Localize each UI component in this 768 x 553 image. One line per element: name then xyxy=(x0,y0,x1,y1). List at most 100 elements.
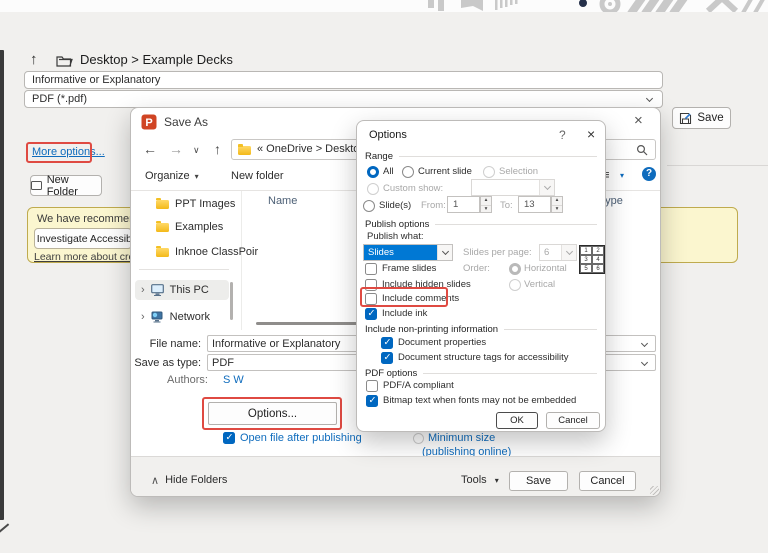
publish-what-combo[interactable]: Slides xyxy=(363,244,453,261)
from-label: From: xyxy=(421,200,446,211)
dialog-save-label: Save xyxy=(525,475,552,487)
include-ink-checkbox[interactable] xyxy=(365,308,377,320)
breadcrumb[interactable]: Desktop > Example Decks xyxy=(80,52,233,67)
filetype-select-value: PDF (*.pdf) xyxy=(32,93,88,105)
bitmap-text-label[interactable]: Bitmap text when fonts may not be embedd… xyxy=(383,395,576,406)
options-cancel-button[interactable]: Cancel xyxy=(546,412,600,429)
back-icon[interactable]: ← xyxy=(143,141,157,157)
to-spinner[interactable]: ▴ ▾ xyxy=(551,196,563,213)
ok-button[interactable]: OK xyxy=(496,412,538,429)
dropdown-caret-icon: ▾ xyxy=(494,476,499,485)
save-disk-icon xyxy=(680,112,692,124)
horizontal-scrollbar[interactable] xyxy=(256,322,358,325)
filetype-select[interactable]: PDF (*.pdf) xyxy=(24,90,663,108)
sidebar-item-this-pc[interactable]: › This PC xyxy=(141,284,209,296)
forward-icon[interactable]: → xyxy=(169,141,183,157)
open-after-publish-label[interactable]: Open file after publishing xyxy=(240,432,362,444)
order-label: Order: xyxy=(463,263,490,274)
dialog-cancel-button[interactable]: Cancel xyxy=(579,471,636,491)
new-folder-button[interactable]: New Folder xyxy=(30,174,102,198)
custom-show-radio[interactable] xyxy=(367,183,379,195)
expander-icon[interactable]: › xyxy=(141,284,145,296)
document-properties-label[interactable]: Document properties xyxy=(398,337,486,348)
sidebar-item-network[interactable]: › Network xyxy=(141,311,210,323)
options-dialog: Options ? × Range All Current slide Sele… xyxy=(356,120,606,432)
more-options-link[interactable]: More options... xyxy=(32,146,105,158)
organize-menu[interactable]: Organize ▾ xyxy=(145,170,199,182)
collapse-icon: ∧ xyxy=(151,475,160,487)
save-as-type-label: Save as type: xyxy=(134,357,201,369)
structure-tags-label[interactable]: Document structure tags for accessibilit… xyxy=(398,352,569,363)
sidebar-item-inknoe-classpoint[interactable]: Inknoe ClassPoir xyxy=(156,245,258,258)
investigate-accessibility-button[interactable]: Investigate Accessibi xyxy=(34,228,135,249)
sidebar-item-label: Network xyxy=(169,311,211,323)
monitor-icon xyxy=(150,284,164,296)
document-properties-checkbox[interactable] xyxy=(381,337,393,349)
range-selection-radio[interactable] xyxy=(483,166,495,178)
dialog-footer: ∧ Hide Folders Tools ▾ Save Cancel xyxy=(131,456,660,496)
column-header-name[interactable]: Name xyxy=(268,195,297,207)
minimum-size-label[interactable]: Minimum size xyxy=(428,432,495,444)
range-all-radio[interactable] xyxy=(367,166,379,178)
options-button-label: Options... xyxy=(247,407,298,420)
slides-range-radio[interactable] xyxy=(363,200,375,212)
file-name-label: File name: xyxy=(149,338,201,350)
close-icon[interactable]: × xyxy=(587,126,595,142)
order-horizontal-radio[interactable] xyxy=(509,263,521,275)
minimum-size-radio[interactable] xyxy=(413,433,424,444)
sidebar-scrollbar[interactable] xyxy=(230,282,233,320)
dialog-help-icon[interactable]: ? xyxy=(559,128,566,142)
tools-menu[interactable]: Tools ▾ xyxy=(461,474,499,486)
close-icon[interactable]: × xyxy=(634,112,643,129)
to-label: To: xyxy=(500,200,513,211)
tools-label: Tools xyxy=(461,474,487,486)
range-all-label[interactable]: All xyxy=(383,166,394,177)
pane-separator xyxy=(241,191,242,330)
bitmap-text-checkbox[interactable] xyxy=(366,395,378,407)
chevron-down-icon xyxy=(645,94,654,103)
frame-slides-label[interactable]: Frame slides xyxy=(382,263,436,274)
sidebar-item-examples[interactable]: Examples xyxy=(156,220,223,233)
folder-icon xyxy=(156,197,169,209)
range-selection-label: Selection xyxy=(499,166,539,177)
to-value[interactable]: 13 xyxy=(518,196,551,213)
slides-range-label[interactable]: Slide(s) xyxy=(379,200,411,211)
from-spinner[interactable]: ▴ ▾ xyxy=(480,196,492,213)
range-current-slide-radio[interactable] xyxy=(402,166,414,178)
sidebar-item-ppt-images[interactable]: PPT Images xyxy=(156,197,235,210)
chevron-down-icon xyxy=(640,358,649,367)
recent-locations-icon[interactable]: ∨ xyxy=(193,145,200,156)
view-dropdown-icon[interactable]: ▾ xyxy=(620,171,624,180)
export-save-button[interactable]: Save xyxy=(672,107,731,129)
include-hidden-slides-checkbox[interactable] xyxy=(365,279,377,291)
include-comments-label[interactable]: Include comments xyxy=(382,293,459,304)
options-button[interactable]: Options... xyxy=(208,402,337,425)
up-icon[interactable]: ↑ xyxy=(214,141,221,157)
resize-grip[interactable] xyxy=(650,486,659,495)
dialog-save-button[interactable]: Save xyxy=(509,471,568,491)
frame-slides-checkbox[interactable] xyxy=(365,263,377,275)
pdfa-compliant-checkbox[interactable] xyxy=(366,380,378,392)
help-icon[interactable]: ? xyxy=(642,167,656,181)
include-ink-label[interactable]: Include ink xyxy=(382,308,427,319)
structure-tags-checkbox[interactable] xyxy=(381,352,393,364)
network-icon xyxy=(151,311,163,323)
new-folder-toolbar-button[interactable]: New folder xyxy=(231,170,284,182)
range-current-slide-label[interactable]: Current slide xyxy=(418,166,472,177)
order-horizontal-label: Horizontal xyxy=(524,263,567,274)
pdfa-compliant-label[interactable]: PDF/A compliant xyxy=(383,380,454,391)
investigate-accessibility-label: Investigate Accessibi xyxy=(36,232,135,245)
folder-icon xyxy=(156,220,169,232)
from-value[interactable]: 1 xyxy=(447,196,480,213)
custom-show-label: Custom show: xyxy=(383,183,444,194)
filename-input[interactable]: Informative or Explanatory xyxy=(24,71,663,89)
include-comments-checkbox[interactable] xyxy=(365,293,377,305)
open-after-publish-checkbox[interactable] xyxy=(223,432,235,444)
hide-folders-button[interactable]: ∧ Hide Folders xyxy=(151,474,227,487)
authors-value: S W xyxy=(223,374,244,386)
slides-per-page-label: Slides per page: xyxy=(463,247,532,258)
expander-icon[interactable]: › xyxy=(141,311,145,323)
up-folder-icon[interactable]: ↑ xyxy=(30,51,38,68)
order-vertical-radio[interactable] xyxy=(509,279,521,291)
include-hidden-slides-label[interactable]: Include hidden slides xyxy=(382,279,471,290)
